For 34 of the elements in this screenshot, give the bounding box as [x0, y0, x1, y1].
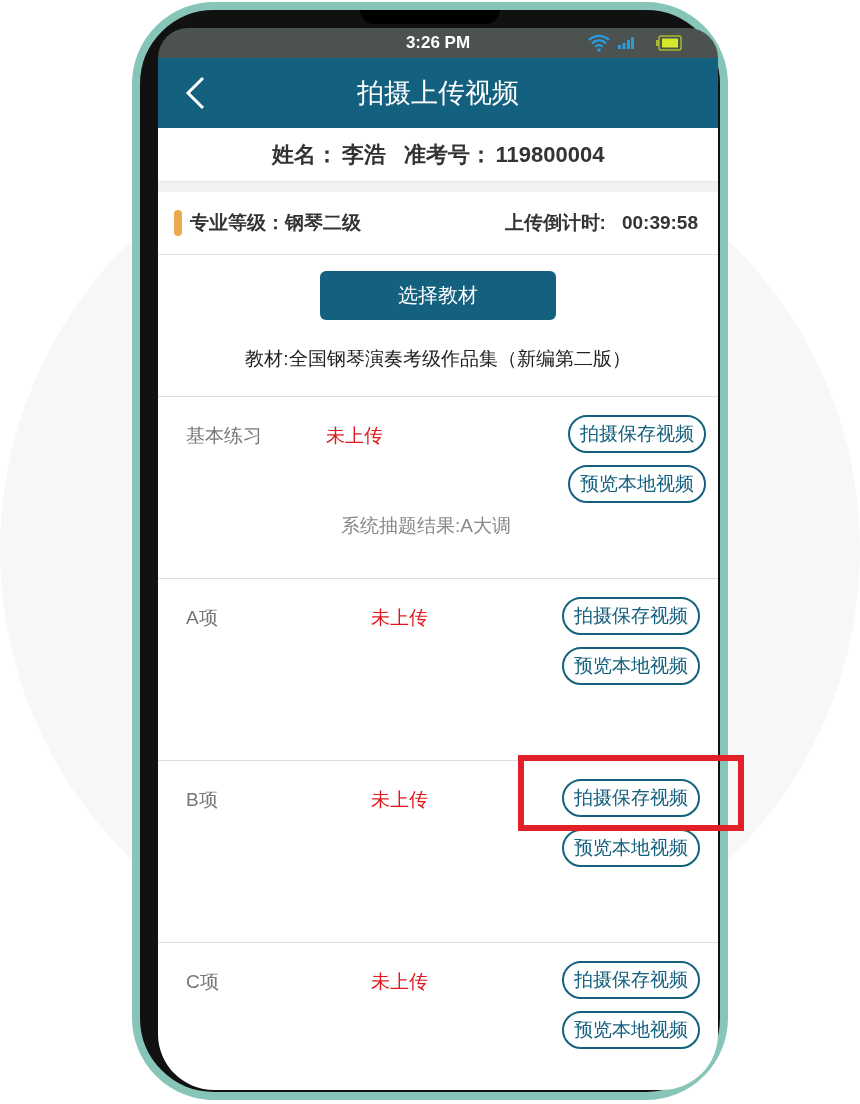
upload-status: 未上传 [326, 424, 384, 448]
item-label: A项 [186, 606, 219, 630]
item-label: C项 [186, 970, 220, 994]
wifi-icon [588, 34, 610, 52]
capture-video-button[interactable]: 拍摄保存视频 [562, 961, 700, 999]
preview-video-button[interactable]: 预览本地视频 [562, 1011, 700, 1049]
grade-value: 钢琴二级 [285, 211, 361, 235]
exam-number-label: 准考号： [403, 140, 492, 169]
textbook-text: 教材:全国钢琴演奏考级作品集（新编第二版） [245, 347, 631, 371]
grade-label: 专业等级： [190, 211, 285, 235]
draw-result-text: 系统抽题结果:A大调 [340, 514, 512, 538]
capture-video-button[interactable]: 拍摄保存视频 [562, 597, 700, 635]
back-icon[interactable] [184, 76, 206, 110]
item-label: B项 [186, 788, 219, 812]
signal-icon [618, 37, 634, 49]
name-label: 姓名： [271, 140, 338, 169]
candidate-name: 李浩 [341, 140, 386, 169]
upload-status: 未上传 [371, 606, 429, 630]
countdown-label: 上传倒计时: [504, 211, 606, 235]
upload-status: 未上传 [371, 970, 429, 994]
capture-video-button[interactable]: 拍摄保存视频 [562, 779, 700, 817]
item-label: 基本练习 [186, 424, 263, 448]
preview-video-button[interactable]: 预览本地视频 [568, 465, 706, 503]
upload-status: 未上传 [371, 788, 429, 812]
preview-video-button[interactable]: 预览本地视频 [562, 829, 700, 867]
choose-textbook-button[interactable]: 选择教材 [320, 271, 556, 320]
page-title: 拍摄上传视频 [357, 77, 519, 110]
exam-number: 119800004 [495, 141, 605, 168]
preview-video-button[interactable]: 预览本地视频 [562, 647, 700, 685]
section-marker [174, 210, 182, 236]
battery-icon [656, 35, 682, 51]
countdown-timer: 00:39:58 [621, 212, 698, 234]
status-time: 3:26 PM [405, 33, 471, 53]
capture-video-button[interactable]: 拍摄保存视频 [568, 415, 706, 453]
